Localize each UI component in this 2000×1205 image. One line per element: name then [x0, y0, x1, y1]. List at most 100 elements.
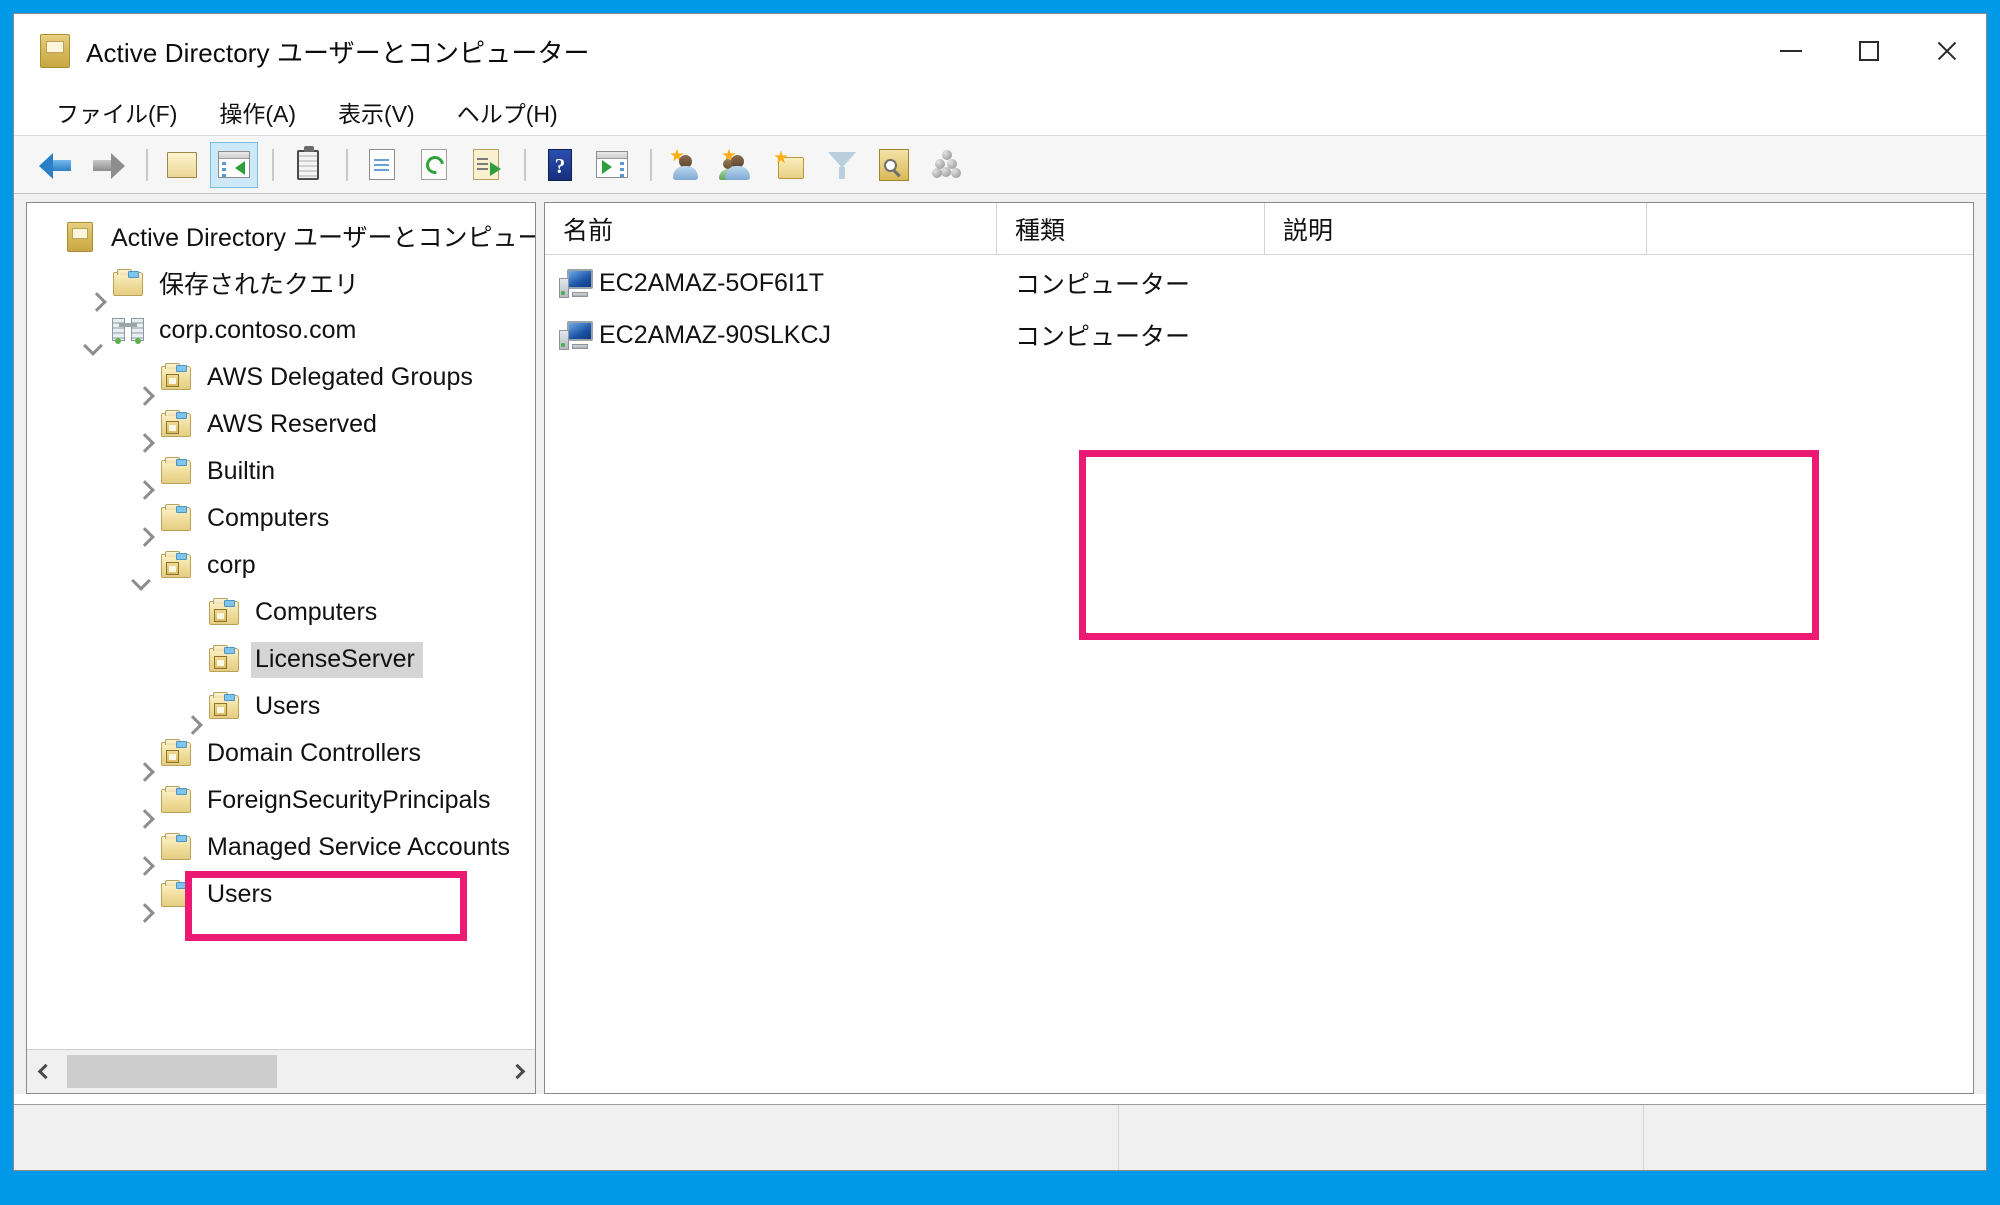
close-icon — [1935, 39, 1959, 63]
back-arrow-icon — [39, 151, 73, 179]
tree-node-computers[interactable]: Computers — [27, 589, 535, 636]
ou-folder-icon — [159, 550, 193, 581]
window-controls — [1752, 14, 1986, 88]
find-button[interactable] — [870, 142, 918, 188]
maximize-button[interactable] — [1830, 14, 1908, 88]
tree-node-label-wrap: Active Directory ユーザーとコンピューター — [107, 215, 535, 258]
tree-node-corp[interactable]: corp — [27, 542, 535, 589]
show-action-pane-icon — [596, 151, 628, 178]
back-button[interactable] — [32, 142, 80, 188]
folder-icon — [159, 785, 193, 816]
ou-folder-icon — [207, 597, 241, 628]
status-cell-3 — [1644, 1105, 1986, 1170]
desktop-background: Active Directory ユーザーとコンピューター ファイル(F) 操作… — [0, 0, 2000, 1205]
tree-node-label-wrap: corp — [203, 548, 264, 584]
filter-funnel-icon — [827, 149, 857, 181]
help-icon: ? — [548, 148, 572, 181]
up-one-level-button[interactable] — [158, 142, 206, 188]
main-body: Active Directory ユーザーとコンピューター保存されたクエリ cor… — [14, 194, 1986, 1094]
menu-action[interactable]: 操作(A) — [207, 92, 308, 132]
scrollbar-thumb[interactable] — [67, 1055, 277, 1088]
menu-help[interactable]: ヘルプ(H) — [445, 92, 570, 132]
toolbar-separator — [272, 148, 274, 181]
table-row[interactable]: EC2AMAZ-5OF6I1T コンピューター — [545, 257, 1973, 309]
tree-node-label-wrap: ForeignSecurityPrincipals — [203, 783, 498, 819]
show-hide-console-tree-button[interactable] — [210, 141, 258, 188]
tree-node-managed-service-accounts[interactable]: Managed Service Accounts — [27, 824, 535, 871]
column-header-spacer[interactable] — [1647, 203, 1973, 254]
tree-node-foreignsecurityprincipals[interactable]: ForeignSecurityPrincipals — [27, 777, 535, 824]
tree-node-label-wrap: LicenseServer — [251, 641, 423, 678]
tree-node-label: Users — [207, 879, 273, 908]
tree-node-label: AWS Reserved — [207, 409, 377, 438]
tree-node-label: corp — [207, 550, 256, 579]
table-row[interactable]: EC2AMAZ-90SLKCJ コンピューター — [545, 309, 1973, 361]
chevron-right-icon — [509, 1063, 525, 1080]
tree-node-label: ForeignSecurityPrincipals — [207, 785, 491, 814]
properties-clipboard-icon — [297, 145, 319, 180]
tree-node-label: Computers — [207, 503, 330, 532]
forward-button[interactable] — [84, 142, 132, 188]
scroll-left-button[interactable] — [27, 1051, 63, 1093]
tree-node-label-wrap: AWS Reserved — [203, 407, 385, 443]
cell-type: コンピューター — [1015, 271, 1191, 299]
folder-icon — [159, 832, 193, 863]
tree-horizontal-scrollbar[interactable] — [27, 1049, 535, 1093]
tree-node-label: Users — [255, 691, 321, 720]
ou-folder-icon — [159, 362, 193, 393]
tree-node-label-wrap: Users — [251, 689, 328, 725]
console-tree[interactable]: Active Directory ユーザーとコンピューター保存されたクエリ cor… — [27, 203, 535, 1049]
forward-arrow-icon — [91, 151, 125, 179]
tree-node-label-wrap: Users — [203, 877, 280, 913]
show-action-pane-button[interactable] — [588, 142, 636, 188]
tree-node-label-wrap: AWS Delegated Groups — [203, 360, 481, 396]
properties-button[interactable] — [358, 142, 406, 188]
tree-node-label: Managed Service Accounts — [207, 832, 510, 861]
tree-node-computers[interactable]: Computers — [27, 495, 535, 542]
column-header-name[interactable]: 名前 — [545, 203, 997, 254]
tree-node-users[interactable]: Users — [27, 683, 535, 730]
toolbar-separator — [650, 148, 652, 181]
tree-node-active-directory[interactable]: Active Directory ユーザーとコンピューター — [27, 213, 535, 260]
mmc-console-icon — [40, 34, 70, 68]
properties-clipboard-button[interactable] — [284, 142, 332, 188]
close-button[interactable] — [1908, 14, 1986, 88]
new-group-icon — [719, 148, 754, 181]
status-cell-2 — [1119, 1105, 1644, 1170]
tree-node-label: corp.contoso.com — [159, 315, 357, 344]
column-header-type[interactable]: 種類 — [997, 203, 1265, 254]
tree-node-label: Active Directory ユーザーとコンピューター — [111, 224, 535, 252]
minimize-button[interactable] — [1752, 14, 1830, 88]
tree-node-label: Builtin — [207, 456, 276, 485]
tree-node-domain-controllers[interactable]: Domain Controllers — [27, 730, 535, 777]
menu-file[interactable]: ファイル(F) — [44, 92, 189, 132]
folder-icon — [159, 456, 193, 487]
tree-node-[interactable]: 保存されたクエリ — [27, 260, 535, 307]
adu-c-window: Active Directory ユーザーとコンピューター ファイル(F) 操作… — [13, 13, 1987, 1171]
folder-icon — [159, 879, 193, 910]
console-tree-panel: Active Directory ユーザーとコンピューター保存されたクエリ cor… — [26, 202, 536, 1094]
tree-node-users[interactable]: Users — [27, 871, 535, 918]
tree-node-builtin[interactable]: Builtin — [27, 448, 535, 495]
filter-button[interactable] — [818, 142, 866, 188]
new-group-button[interactable] — [714, 142, 762, 188]
help-button[interactable]: ? — [536, 142, 584, 188]
refresh-button[interactable] — [410, 142, 458, 188]
properties-page-icon — [369, 149, 395, 180]
tree-node-label: 保存されたクエリ — [159, 271, 360, 299]
computer-icon — [559, 320, 593, 350]
tree-node-aws-reserved[interactable]: AWS Reserved — [27, 401, 535, 448]
toolbar-separator — [146, 148, 148, 181]
new-organizational-unit-button[interactable] — [766, 142, 814, 188]
column-header-description[interactable]: 説明 — [1265, 203, 1647, 254]
export-list-button[interactable] — [462, 142, 510, 188]
menu-view[interactable]: 表示(V) — [326, 92, 427, 132]
ou-folder-icon — [159, 738, 193, 769]
list-rows[interactable]: EC2AMAZ-5OF6I1T コンピューター EC2AMAZ-90SLKCJ コンピ… — [545, 255, 1973, 1093]
new-user-button[interactable] — [662, 142, 710, 188]
query-button[interactable] — [922, 142, 970, 188]
tree-node-corp-contoso-com[interactable]: corp.contoso.com — [27, 307, 535, 354]
tree-node-aws-delegated-groups[interactable]: AWS Delegated Groups — [27, 354, 535, 401]
scroll-right-button[interactable] — [499, 1051, 535, 1093]
tree-node-licenseserver[interactable]: LicenseServer — [27, 636, 535, 683]
